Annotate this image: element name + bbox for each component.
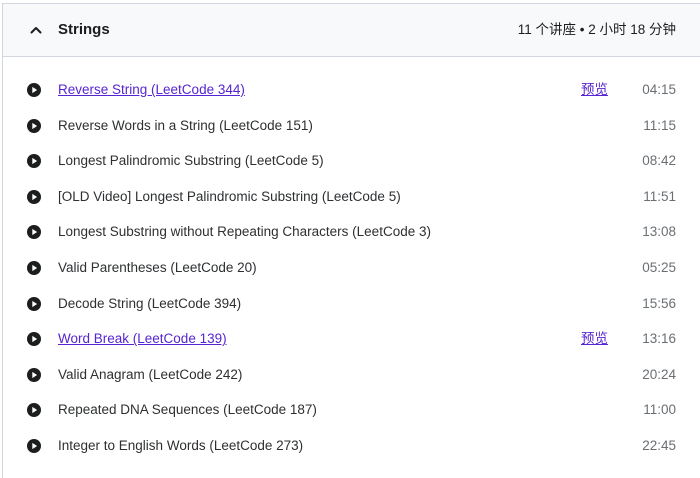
- play-circle-icon: [27, 296, 41, 311]
- lecture-item: Decode String (LeetCode 394) 15:56: [3, 285, 700, 321]
- play-circle-icon: [27, 260, 41, 275]
- lecture-duration: 08:42: [642, 153, 676, 169]
- lecture-title: Integer to English Words (LeetCode 273): [58, 437, 304, 453]
- chevron-up-icon[interactable]: [29, 23, 43, 37]
- lecture-item: Reverse String (LeetCode 344) 预览 04:15: [3, 71, 700, 107]
- lecture-item: Reverse Words in a String (LeetCode 151)…: [3, 107, 700, 143]
- play-circle-icon: [27, 189, 41, 204]
- lecture-duration: 04:15: [642, 82, 676, 97]
- play-circle-icon: [27, 438, 41, 453]
- lecture-item: Repeated DNA Sequences (LeetCode 187) 11…: [3, 391, 700, 427]
- play-circle-icon: [27, 403, 41, 418]
- lecture-duration: 13:08: [642, 224, 676, 240]
- lecture-title: Longest Palindromic Substring (LeetCode …: [58, 153, 324, 169]
- lecture-item: Valid Parentheses (LeetCode 20) 05:25: [3, 249, 700, 285]
- lecture-duration: 11:51: [643, 188, 676, 204]
- lecture-title: Valid Anagram (LeetCode 242): [58, 366, 243, 382]
- lecture-duration: 13:16: [642, 331, 676, 347]
- lecture-title: Longest Substring without Repeating Char…: [58, 224, 431, 240]
- play-circle-icon: [27, 332, 41, 347]
- lecture-duration: 05:25: [642, 259, 676, 275]
- lecture-duration: 22:45: [642, 437, 676, 453]
- lecture-duration: 11:00: [643, 402, 676, 418]
- section-header-strings[interactable]: Strings 11 个讲座 • 2 小时 18 分钟: [3, 4, 700, 57]
- lecture-list: Reverse String (LeetCode 344) 预览 04:15 R…: [3, 71, 700, 463]
- lecture-duration: 20:24: [642, 366, 676, 382]
- lecture-title[interactable]: Word Break (LeetCode 139): [58, 330, 227, 348]
- lecture-title: Valid Parentheses (LeetCode 20): [58, 259, 257, 275]
- lecture-item: Longest Substring without Repeating Char…: [3, 213, 700, 249]
- lecture-title: Reverse Words in a String (LeetCode 151): [58, 117, 313, 133]
- play-circle-icon: [27, 83, 41, 97]
- lecture-title: Repeated DNA Sequences (LeetCode 187): [58, 402, 317, 418]
- preview-link[interactable]: 预览: [581, 330, 608, 348]
- curriculum-section-panel: Strings 11 个讲座 • 2 小时 18 分钟 Reverse Stri…: [2, 3, 700, 478]
- play-circle-icon: [27, 225, 41, 240]
- lecture-item: [OLD Video] Longest Palindromic Substrin…: [3, 178, 700, 214]
- lecture-item: Integer to English Words (LeetCode 273) …: [3, 427, 700, 463]
- play-circle-icon: [27, 367, 41, 382]
- lecture-item: Longest Palindromic Substring (LeetCode …: [3, 142, 700, 178]
- preview-link[interactable]: 预览: [581, 81, 608, 99]
- play-circle-icon: [27, 154, 41, 169]
- section-title: Strings: [58, 21, 110, 38]
- lecture-title[interactable]: Reverse String (LeetCode 344): [58, 81, 245, 99]
- section-meta: 11 个讲座 • 2 小时 18 分钟: [517, 22, 676, 37]
- lecture-item: Word Break (LeetCode 139) 预览 13:16: [3, 320, 700, 356]
- lecture-duration: 11:15: [643, 117, 676, 133]
- lecture-item: Valid Anagram (LeetCode 242) 20:24: [3, 356, 700, 392]
- lecture-duration: 15:56: [642, 295, 676, 311]
- lecture-title: [OLD Video] Longest Palindromic Substrin…: [58, 188, 401, 204]
- lecture-title: Decode String (LeetCode 394): [58, 295, 242, 311]
- play-circle-icon: [27, 118, 41, 133]
